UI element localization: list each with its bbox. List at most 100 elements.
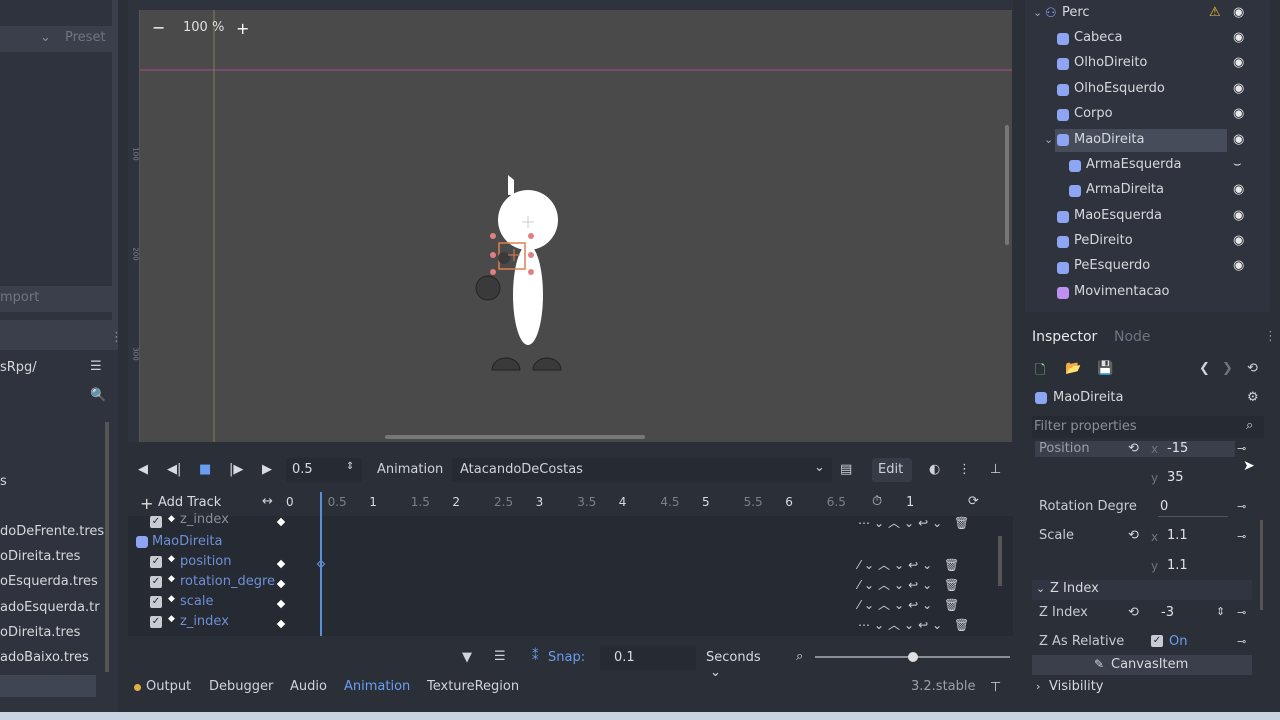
more-options-icon[interactable]: ⋮ [958,462,971,477]
selected-file-row[interactable] [0,675,96,697]
scale-x-value[interactable]: 1.1 [1167,528,1188,543]
tree-node-selected[interactable]: MaoDireita [1074,132,1145,147]
track-controls[interactable]: ⁄⌄︿⌄↩⌄ 🗑 [858,556,963,573]
list-item[interactable]: adoEsquerda.tr [0,600,100,615]
unit-select[interactable]: Seconds ⌄ [700,646,784,680]
zoom-out-button[interactable]: − [152,20,168,36]
revert-icon[interactable]: ⟲ [1128,528,1139,543]
edit-button[interactable]: Edit [872,458,912,482]
history-forward-icon[interactable]: ❯ [1222,361,1233,376]
dock-menu-icon[interactable]: ⋮ [1264,329,1277,344]
z-index-value[interactable]: -3 [1161,605,1174,620]
revert-icon[interactable]: ⟲ [1128,441,1139,456]
z-relative-checkbox[interactable]: ✓ [1151,635,1163,647]
tab-animation[interactable]: Animation [344,679,410,694]
track-controls[interactable]: ⋯⌄︿⌄↩⌄ 🗑 [858,616,973,633]
canvas-viewport[interactable] [140,10,1012,442]
keyframe[interactable] [276,599,286,609]
tab-inspector[interactable]: Inspector [1032,329,1097,345]
preset-label[interactable]: Preset [65,30,106,45]
track-list[interactable]: ✓ ◆ z_index ⋯⌄︿⌄↩⌄ 🗑 MaoDireita ✓ ◆ posi… [128,512,1013,636]
play-backwards-icon[interactable]: ◀ [138,462,148,477]
horizontal-scrollbar[interactable] [385,435,645,439]
tree-node[interactable]: ArmaEsquerda [1086,157,1181,172]
tab-audio[interactable]: Audio [290,679,327,694]
list-view-icon[interactable]: ☰ [90,359,102,374]
filter-icon[interactable]: ▼ [462,650,472,665]
list-item[interactable]: oDireita.tres [0,549,80,564]
track-row[interactable]: ✓ ◆ z_index ⋯⌄︿⌄↩⌄ 🗑 [128,612,998,632]
track-controls[interactable]: ⁄⌄︿⌄↩⌄ 🗑 [858,576,963,593]
tree-node[interactable]: Corpo [1074,106,1113,121]
keyframe-icon[interactable]: ⊸ [1237,635,1246,648]
play-backwards-from-end-icon[interactable]: ◀| [167,462,181,477]
chevron-down-icon[interactable]: ⌄ [1033,6,1042,19]
keyframe-icon[interactable]: ⊸ [1237,442,1246,455]
visibility-eye-icon[interactable]: ◉ [1233,106,1244,121]
tab-output[interactable]: Output [146,679,191,694]
list-item[interactable]: adoBaixo.tres [0,650,89,665]
keyframe[interactable] [276,619,286,629]
playhead[interactable] [320,492,322,636]
spinner-icon[interactable]: ⇕ [1216,605,1225,618]
expand-icon[interactable]: ↔ [262,494,273,509]
pin-icon[interactable]: ⊤ [990,680,1001,695]
timeline-ruler[interactable]: 0 0.5 1 1.5 2 2.5 3 3.5 4 4.5 5 5.5 6 6.5 [280,495,860,513]
object-menu-icon[interactable]: ⚙ [1247,390,1259,405]
inspector-scrollbar[interactable] [1260,520,1263,610]
list-item[interactable]: doDeFrente.tres [0,524,104,539]
keyframe[interactable] [276,517,286,527]
track-row[interactable]: ✓ ◆ z_index ⋯⌄︿⌄↩⌄ 🗑 [128,512,998,532]
pin-icon[interactable]: ⊥ [990,462,1001,477]
track-group-row[interactable]: MaoDireita [128,532,998,552]
visibility-hidden-icon[interactable]: ⌣ [1233,157,1242,172]
list-item[interactable]: oDireita.tres [0,625,80,640]
tree-node[interactable]: PeEsquerdo [1074,258,1150,273]
snap-icon[interactable]: ⁑ [532,649,539,664]
list-item[interactable]: oEsquerda.tres [0,574,98,589]
tree-node[interactable]: Movimentacao [1074,284,1170,299]
track-row[interactable]: ✓ ◆ scale ⁄⌄︿⌄↩⌄ 🗑 [128,592,998,612]
visibility-eye-icon[interactable]: ◉ [1233,55,1244,70]
animation-tools-icon[interactable]: ▤ [840,462,852,477]
scale-y-value[interactable]: 1.1 [1167,558,1188,573]
zoom-level[interactable]: 100 % [183,20,224,35]
animation-select[interactable]: AtacandoDeCostas ⌄ [452,458,832,482]
tree-node[interactable]: ArmaDireita [1086,182,1164,197]
chevron-down-icon[interactable]: ⌄ [40,30,51,45]
timer-icon[interactable]: ⏱ [872,494,882,509]
visibility-eye-icon[interactable]: ◉ [1233,5,1244,20]
onion-skin-icon[interactable]: ◐ [929,462,940,477]
play-icon[interactable]: ▶ [262,462,272,477]
list-item[interactable]: s [0,474,7,489]
search-icon[interactable]: 🔍 [90,388,106,403]
visibility-eye-icon[interactable]: ◉ [1233,132,1244,147]
revert-icon[interactable]: ⟲ [1128,605,1139,620]
tree-node[interactable]: MaoEsquerda [1074,208,1162,223]
tree-node[interactable]: OlhoEsquerdo [1074,81,1165,96]
open-folder-icon[interactable]: 📂 [1065,361,1081,376]
frame-spinbox[interactable]: 0.5 ⇕ [286,458,362,482]
path-field[interactable]: sRpg/ [0,360,37,375]
tree-node-root[interactable]: Perc [1062,5,1090,20]
slider-handle[interactable] [908,652,918,662]
track-checkbox[interactable]: ✓ [150,556,162,568]
stop-icon[interactable]: ■ [199,462,211,477]
visibility-eye-icon[interactable]: ◉ [1233,258,1244,273]
chevron-down-icon[interactable]: ⌄ [1044,133,1053,146]
tree-node[interactable]: PeDireito [1074,233,1133,248]
visibility-section[interactable]: Visibility [1049,679,1103,694]
keyframe[interactable] [276,579,286,589]
save-icon[interactable]: 💾 [1097,361,1113,376]
play-from-start-icon[interactable]: |▶ [229,462,243,477]
history-back-icon[interactable]: ❮ [1199,361,1210,376]
rotation-value[interactable]: 0 [1160,499,1168,514]
rotation-slider[interactable] [1158,516,1228,517]
tree-node[interactable]: OlhoDireito [1074,55,1147,70]
position-y-value[interactable]: 35 [1167,470,1184,485]
tab-node[interactable]: Node [1114,329,1151,345]
track-checkbox[interactable]: ✓ [150,516,162,528]
zoom-in-button[interactable]: + [236,19,249,38]
warning-icon[interactable]: ⚠ [1209,5,1221,20]
vertical-scrollbar[interactable] [1005,125,1009,245]
